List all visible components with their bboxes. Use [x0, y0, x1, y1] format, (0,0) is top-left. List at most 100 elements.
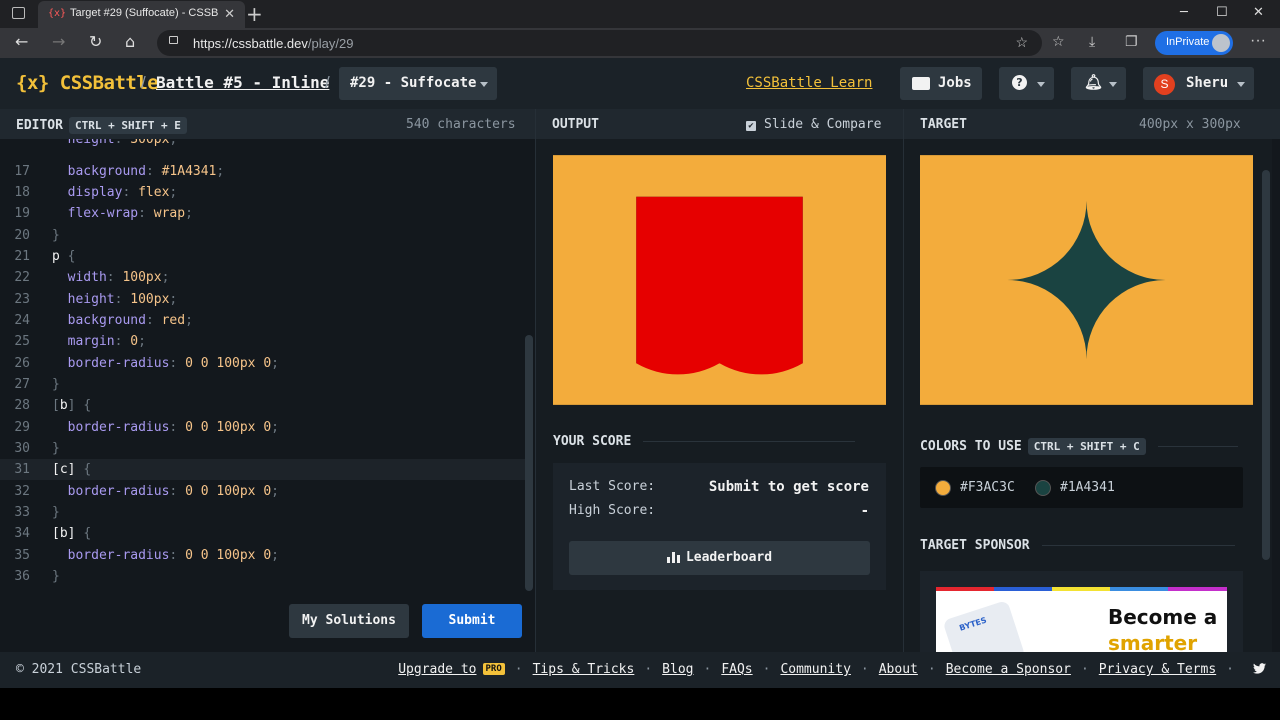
- footer-link-tips[interactable]: Tips & Tricks: [533, 662, 635, 677]
- code-line: 17 background: #1A4341;: [14, 164, 225, 179]
- leaderboard-label: Leaderboard: [685, 550, 773, 565]
- target-selector[interactable]: #29 - Suffocate: [339, 67, 497, 100]
- downloads-icon[interactable]: ⤓: [1089, 34, 1095, 50]
- code-line: 19 flex-wrap: wrap;: [14, 206, 193, 221]
- ad-brand: BYTES: [958, 615, 988, 633]
- inprivate-badge[interactable]: InPrivate: [1155, 31, 1233, 55]
- home-icon[interactable]: ⌂: [125, 32, 135, 51]
- forward-icon[interactable]: →: [52, 32, 65, 51]
- tab-actions-icon[interactable]: [12, 7, 25, 19]
- your-score-header: YOUR SCORE: [553, 434, 856, 449]
- back-icon[interactable]: ←: [15, 32, 28, 51]
- character-count: 540 characters: [406, 117, 516, 132]
- add-favorite-icon[interactable]: ☆: [1015, 34, 1028, 51]
- twitter-icon[interactable]: [1253, 663, 1266, 674]
- colors-header: COLORS TO USE CTRL + SHIFT + C: [920, 438, 1238, 455]
- footer-link-faqs[interactable]: FAQs: [721, 662, 752, 677]
- page-scrollbar[interactable]: [1262, 170, 1270, 560]
- target-header: TARGET 400px x 300px: [904, 109, 1280, 139]
- lock-icon: [169, 36, 178, 44]
- editor-scrollbar[interactable]: [525, 335, 533, 591]
- checkbox-icon[interactable]: ✔: [746, 121, 756, 131]
- footer-link-upgrade[interactable]: Upgrade to PRO: [398, 662, 505, 677]
- sponsor-card[interactable]: BYTES Become a smarter: [920, 571, 1243, 652]
- output-title: OUTPUT: [552, 117, 599, 132]
- color-hex[interactable]: #F3AC3C: [960, 480, 1015, 495]
- user-menu-button[interactable]: S Sheru: [1143, 67, 1254, 100]
- chevron-down-icon: [1237, 82, 1245, 87]
- jobs-label: Jobs: [938, 75, 972, 91]
- page-bottom: [0, 688, 1280, 720]
- minimize-icon[interactable]: ─: [1180, 5, 1188, 20]
- sponsor-title: TARGET SPONSOR: [920, 538, 1030, 553]
- last-score-label: Last Score:: [569, 479, 656, 494]
- jobs-button[interactable]: Jobs: [900, 67, 982, 100]
- collections-icon[interactable]: ❐: [1125, 34, 1138, 50]
- last-score-value: Submit to get score: [708, 479, 869, 495]
- close-window-icon[interactable]: ✕: [1253, 5, 1264, 20]
- refresh-icon[interactable]: ↻: [89, 32, 102, 51]
- more-menu-icon[interactable]: ···: [1250, 32, 1266, 50]
- close-tab-icon[interactable]: ✕: [224, 6, 235, 22]
- output-canvas[interactable]: [553, 155, 886, 405]
- color-swatch[interactable]: [935, 480, 951, 496]
- code-line: 25 margin: 0;: [14, 334, 146, 349]
- target-canvas: [920, 155, 1253, 405]
- leaderboard-button[interactable]: Leaderboard: [569, 541, 870, 575]
- footer-link-sponsor[interactable]: Become a Sponsor: [946, 662, 1071, 677]
- bell-icon: 🔔︎: [1084, 73, 1104, 91]
- target-title: TARGET: [920, 117, 967, 132]
- maximize-icon[interactable]: ☐: [1216, 5, 1228, 20]
- browser-tab-bar: {x} Target #29 (Suffocate) - CSSBattl ✕ …: [0, 0, 1280, 28]
- learn-link[interactable]: CSSBattle Learn: [746, 75, 872, 91]
- footer-link-community[interactable]: Community: [780, 662, 850, 677]
- footer: © 2021 CSSBattle Upgrade to PRO · Tips & Tr…: [0, 652, 1280, 688]
- copyright: © 2021 CSSBattle: [16, 662, 142, 677]
- code-editor[interactable]: height: 300px; 17 background: #1A4341; 1…: [0, 139, 535, 652]
- high-score-label: High Score:: [569, 503, 656, 518]
- chevron-down-icon: [1037, 82, 1045, 87]
- editor-header: EDITOR CTRL + SHIFT + E 540 characters: [0, 109, 535, 139]
- footer-link-blog[interactable]: Blog: [662, 662, 693, 677]
- color-hex[interactable]: #1A4341: [1060, 480, 1115, 495]
- color-swatch[interactable]: [1035, 480, 1051, 496]
- code-line: 26 border-radius: 0 0 100px 0;: [14, 356, 279, 371]
- breadcrumb-separator: /: [325, 73, 330, 92]
- my-solutions-button[interactable]: My Solutions: [289, 604, 409, 638]
- app-header: {x} CSSBattle / Battle #5 - Inline / #29…: [0, 58, 1280, 109]
- slide-compare-toggle[interactable]: ✔ Slide & Compare: [746, 117, 881, 132]
- question-icon: ?: [1012, 75, 1027, 90]
- code-line: 27}: [14, 377, 60, 392]
- cssbattle-logo[interactable]: {x} CSSBattle: [16, 72, 159, 94]
- code-line: 23 height: 100px;: [14, 292, 178, 307]
- avatar: S: [1154, 74, 1175, 95]
- code-line: 33}: [14, 505, 60, 520]
- code-line-active: 31 [c] {: [0, 459, 525, 480]
- footer-link-about[interactable]: About: [879, 662, 918, 677]
- colors-title: COLORS TO USE: [920, 439, 1022, 454]
- browser-tab[interactable]: {x} Target #29 (Suffocate) - CSSBattl ✕: [38, 1, 245, 28]
- code-line: 18 display: flex;: [14, 185, 178, 200]
- editor-shortcut: CTRL + SHIFT + E: [68, 117, 187, 134]
- favorites-icon[interactable]: ☆: [1052, 34, 1065, 50]
- battle-link[interactable]: Battle #5 - Inline: [156, 73, 329, 92]
- user-name: Sheru: [1186, 75, 1229, 91]
- submit-button[interactable]: Submit: [422, 604, 522, 638]
- sponsor-ad[interactable]: BYTES Become a smarter: [936, 587, 1227, 652]
- notifications-button[interactable]: 🔔︎: [1071, 67, 1126, 100]
- output-header: OUTPUT ✔ Slide & Compare: [536, 109, 903, 139]
- target-size: 400px x 300px: [1139, 117, 1241, 132]
- code-line: 28 [b] {: [14, 398, 92, 413]
- chevron-down-icon: [480, 82, 488, 87]
- code-line: 32 border-radius: 0 0 100px 0;: [14, 484, 279, 499]
- colors-list: #F3AC3C #1A4341: [920, 467, 1243, 508]
- tab-title: Target #29 (Suffocate) - CSSBattl: [70, 7, 218, 19]
- footer-link-privacy[interactable]: Privacy & Terms: [1099, 662, 1216, 677]
- code-line: 24 background: red;: [14, 313, 193, 328]
- chevron-down-icon: [1109, 82, 1117, 87]
- help-button[interactable]: ?: [999, 67, 1054, 100]
- high-score-value: -: [860, 503, 869, 519]
- address-bar[interactable]: https://cssbattle.dev/play/29 ☆: [157, 30, 1042, 56]
- code-line: 20}: [14, 228, 60, 243]
- new-tab-icon[interactable]: +: [246, 2, 263, 26]
